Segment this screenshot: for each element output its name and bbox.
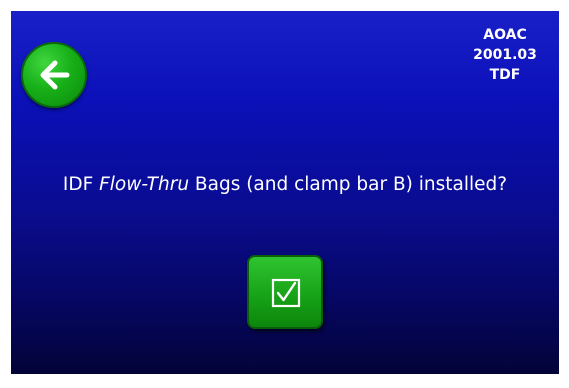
confirm-button[interactable] xyxy=(247,255,323,329)
question-italic: Flow-Thru xyxy=(99,174,190,195)
back-button[interactable] xyxy=(21,42,87,108)
arrow-left-icon xyxy=(40,60,70,90)
method-name: AOAC xyxy=(483,27,527,43)
screen: AOAC 2001.03 TDF IDF Flow-Thru Bags (and… xyxy=(11,11,559,374)
checkbox-checked-icon xyxy=(271,278,301,308)
question-suffix: Bags (and clamp bar B) installed? xyxy=(189,174,508,195)
method-type: TDF xyxy=(489,67,521,83)
method-label: AOAC 2001.03 TDF xyxy=(465,25,545,85)
question-text: IDF Flow-Thru Bags (and clamp bar B) ins… xyxy=(11,174,559,195)
method-number: 2001.03 xyxy=(473,47,537,63)
question-prefix: IDF xyxy=(62,174,100,195)
